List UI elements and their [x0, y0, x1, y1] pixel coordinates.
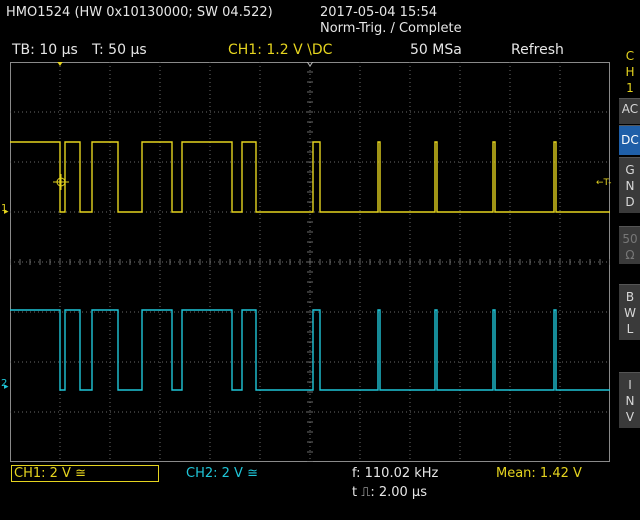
bwl-button[interactable]: BWL	[619, 284, 640, 340]
frequency-readout: f: 110.02 kHz	[352, 466, 439, 481]
channel-label: CH1	[619, 48, 640, 96]
trigger-time[interactable]: T: 50 µs	[92, 42, 147, 58]
waveform-display	[10, 62, 610, 462]
mean-readout: Mean: 1.42 V	[496, 466, 582, 481]
graticule	[10, 62, 610, 462]
datetime: 2017-05-04 15:54	[320, 5, 438, 20]
gnd-button[interactable]: GND	[619, 157, 640, 213]
coupling-dc-button[interactable]: DC	[619, 125, 640, 155]
ch1-trigger-setting[interactable]: CH1: 1.2 V \DC	[228, 42, 332, 58]
acquisition-mode[interactable]: Refresh	[511, 42, 564, 58]
ch2-scale[interactable]: CH2: 2 V ≅	[186, 466, 258, 481]
device-info: HMO1524 (HW 0x10130000; SW 04.522)	[6, 5, 273, 20]
ch1-scale[interactable]: CH1: 2 V ≅	[11, 465, 159, 482]
ch2-marker-arrow-icon: ▸	[4, 382, 9, 392]
invert-button[interactable]: INV	[619, 372, 640, 428]
trigger-level-marker: ←T-	[596, 178, 612, 188]
sample-rate: 50 MSa	[410, 42, 462, 58]
impedance-50-ohm-button[interactable]: 50 Ω	[619, 226, 640, 264]
timebase[interactable]: TB: 10 µs	[12, 42, 78, 58]
ch1-marker-arrow-icon: ▸	[4, 207, 9, 217]
pulse-width-readout: t ⎍: 2.00 µs	[352, 485, 427, 500]
trigger-point-icon	[53, 174, 69, 190]
coupling-ac-button[interactable]: AC	[619, 98, 640, 124]
trigger-state: Norm-Trig. / Complete	[320, 21, 462, 36]
